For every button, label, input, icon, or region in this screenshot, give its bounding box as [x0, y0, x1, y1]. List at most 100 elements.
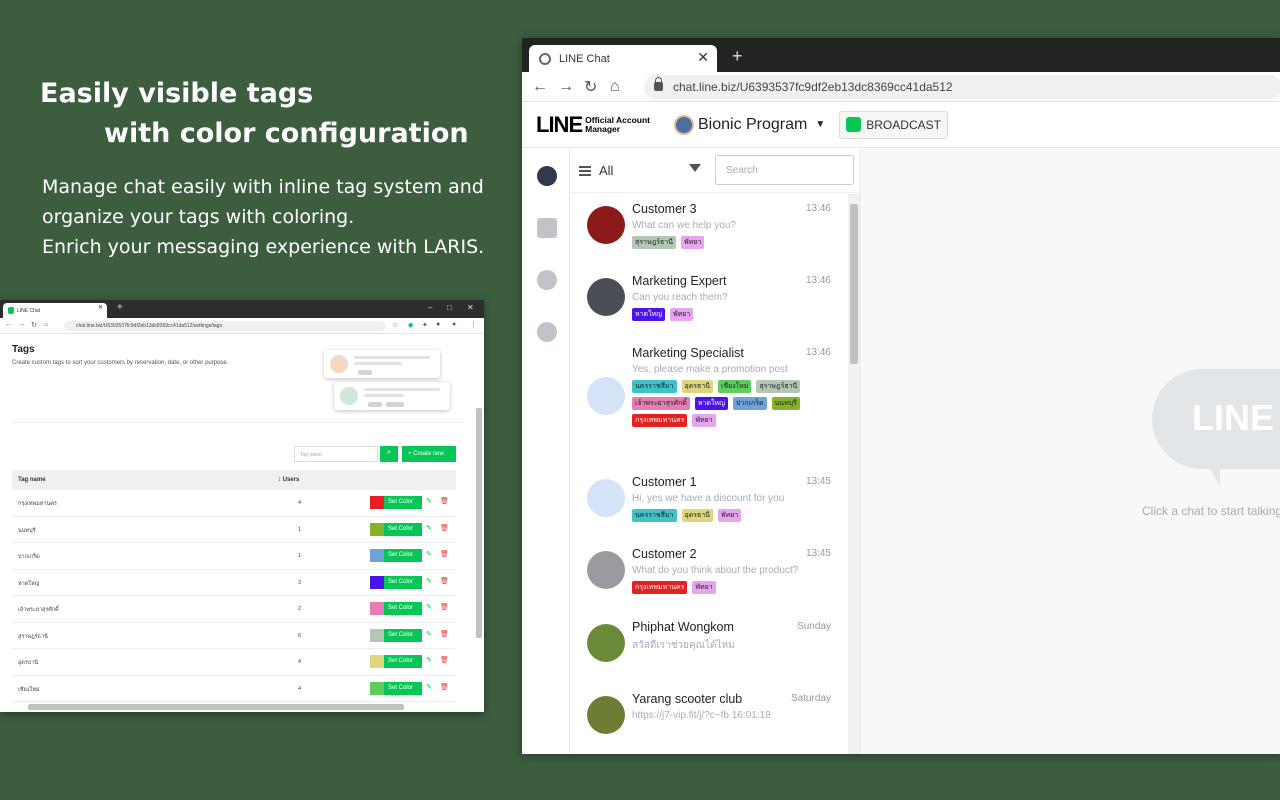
scrollbar-thumb[interactable]	[850, 204, 858, 364]
delete-icon[interactable]: 🗑	[440, 497, 449, 505]
edit-icon[interactable]: ✎	[426, 603, 432, 611]
tag-chip[interactable]: พัทยา	[670, 308, 694, 321]
tag-chip[interactable]: พัทยา	[718, 509, 742, 522]
set-color-button[interactable]: Set Color	[384, 602, 422, 615]
tag-chip[interactable]: นครราชสีมา	[632, 380, 677, 393]
set-color-button[interactable]: Set Color	[384, 628, 422, 642]
chat-list-item[interactable]: Customer 1 13:45 Hi, yes we have a discoun…	[571, 467, 847, 539]
chat-list: Customer 3 13:46 What can we help you? สุรา…	[571, 194, 847, 754]
chat-list-scrollbar[interactable]	[848, 194, 860, 754]
tag-chip[interactable]: นนทบุรี	[771, 397, 800, 410]
maximize-icon[interactable]: □	[447, 303, 452, 312]
minimize-icon[interactable]: –	[428, 303, 432, 312]
edit-icon[interactable]: ✎	[426, 524, 432, 532]
set-color-button[interactable]: Set Color	[384, 522, 422, 536]
edit-icon[interactable]: ✎	[426, 497, 432, 505]
small-vertical-scrollbar[interactable]	[476, 408, 482, 638]
table-row: ปากเกร็ด 1 Set Color ✎ 🗑	[12, 543, 456, 570]
tag-chip[interactable]: อุดรธานี	[681, 509, 713, 522]
small-new-tab-icon[interactable]: +	[117, 302, 123, 313]
small-address-bar[interactable]: chat.line.biz/U6393537fc9df2eb13dc8369cc…	[64, 321, 386, 331]
tag-chip[interactable]: หาดใหญ่	[632, 308, 666, 321]
tag-chip[interactable]: พัทยา	[681, 236, 705, 249]
gear-icon[interactable]	[537, 322, 557, 342]
chat-icon[interactable]	[537, 166, 557, 186]
set-color-button[interactable]: Set Color	[384, 549, 422, 562]
back-icon[interactable]: ←	[532, 78, 558, 96]
chat-list-item[interactable]: Customer 3 13:46 What can we help you? สุรา…	[571, 194, 847, 266]
set-color-button[interactable]: Set Color	[384, 681, 422, 695]
close-window-icon[interactable]: ✕	[467, 303, 474, 312]
kebab-menu-icon[interactable]: ⋮	[470, 321, 477, 329]
chat-list-item[interactable]: Marketing Expert 13:46 Can you reach them?…	[571, 266, 847, 338]
delete-icon[interactable]: 🗑	[440, 577, 449, 585]
small-reload-icon[interactable]: ↻	[31, 321, 37, 329]
tag-chip[interactable]: เชียงใหม่	[718, 380, 752, 393]
create-tag-button[interactable]: + Create new	[402, 446, 456, 462]
set-color-button[interactable]: Set Color	[384, 496, 422, 509]
delete-icon[interactable]: 🗑	[440, 683, 449, 691]
new-tab-icon[interactable]: +	[732, 46, 743, 67]
account-switcher[interactable]: Bionic Program ▼	[673, 114, 825, 135]
extension-icon[interactable]: ◆	[408, 321, 413, 329]
edit-icon[interactable]: ✎	[426, 656, 432, 664]
tag-chip[interactable]: อุดรธานี	[681, 380, 713, 393]
tag-chip[interactable]: สุราษฎร์ธานี	[756, 380, 801, 393]
tag-chip[interactable]: นครราชสีมา	[632, 509, 677, 522]
chat-empty-state: LINE Click a chat to start talking	[862, 149, 1280, 754]
chat-list-item[interactable]: Phiphat Wongkom Sunday สวัสดีเราช่วยคุณได้…	[571, 612, 847, 684]
users-count-cell: 6	[298, 632, 302, 639]
tag-chip[interactable]: กรุงเทพมหานคร	[632, 414, 688, 427]
tag-chip[interactable]: พัทยา	[692, 414, 716, 427]
close-tab-icon[interactable]: ✕	[697, 49, 709, 66]
chat-list-item[interactable]: Marketing Specialist 13:46 Yes, please mak…	[571, 338, 847, 427]
set-color-button[interactable]: Set Color	[384, 655, 422, 668]
small-close-tab-icon[interactable]: ✕	[98, 304, 103, 311]
delete-icon[interactable]: 🗑	[440, 656, 449, 664]
avatar-icon[interactable]: ●	[452, 321, 456, 328]
small-browser-tab[interactable]: LINE Chat	[3, 303, 107, 318]
contacts-icon[interactable]	[537, 218, 557, 238]
tag-chip[interactable]: กรุงเทพมหานคร	[632, 581, 688, 594]
small-back-icon[interactable]: ←	[5, 321, 12, 328]
address-bar[interactable]: chat.line.biz/U6393537fc9df2eb13dc8369cc…	[644, 74, 1280, 99]
profile-icon[interactable]: ●	[436, 321, 440, 328]
small-home-icon[interactable]: ⌂	[44, 321, 48, 328]
tag-chip[interactable]: สุราษฎร์ธานี	[632, 236, 677, 249]
tag-chip[interactable]: เจ้าพระยาสุรศักดิ์	[632, 397, 690, 410]
tags-table: Tag name ↕ Users กรุงเทพมหานคร 4 Set Color…	[12, 470, 456, 702]
tag-chip[interactable]: พัทยา	[692, 581, 716, 594]
broadcast-button[interactable]: BROADCAST	[839, 110, 948, 139]
chat-tag-list: สุราษฎร์ธานี พัทยา	[632, 236, 832, 249]
small-forward-icon[interactable]: →	[18, 321, 25, 328]
delete-icon[interactable]: 🗑	[440, 630, 449, 638]
tag-chip[interactable]: ปากเกร็ด	[732, 397, 767, 410]
browser-tab[interactable]: LINE Chat ✕	[529, 45, 717, 72]
tags-table-area: Tag name ⌕ + Create new Tag name ↕ Users…	[12, 344, 462, 704]
menu-icon[interactable]	[579, 165, 591, 176]
chat-list-item[interactable]: Customer 2 13:45 What do you think about t…	[571, 539, 847, 611]
delete-icon[interactable]: 🗑	[440, 603, 449, 611]
filter-label[interactable]: All	[599, 163, 613, 178]
reload-icon[interactable]: ↻	[584, 77, 610, 97]
col-users[interactable]: ↕ Users	[278, 477, 299, 483]
home-icon[interactable]: ⌂	[610, 78, 636, 96]
delete-icon[interactable]: 🗑	[440, 550, 449, 558]
broadcast-nav-icon[interactable]	[537, 270, 557, 290]
star-icon[interactable]: ☆	[392, 321, 398, 329]
set-color-button[interactable]: Set Color	[384, 575, 422, 589]
edit-icon[interactable]: ✎	[426, 630, 432, 638]
edit-icon[interactable]: ✎	[426, 577, 432, 585]
edit-icon[interactable]: ✎	[426, 683, 432, 691]
small-horizontal-scrollbar[interactable]	[28, 704, 404, 710]
chat-list-item[interactable]: Yarang scooter club Saturday https://j7-vi…	[571, 684, 847, 754]
search-input[interactable]: Search	[715, 155, 854, 185]
puzzle-icon[interactable]: ✦	[422, 321, 428, 329]
tag-search-input[interactable]: Tag name	[294, 446, 378, 462]
filter-icon[interactable]	[689, 164, 701, 172]
delete-icon[interactable]: 🗑	[440, 524, 449, 532]
forward-icon[interactable]: →	[558, 78, 584, 96]
edit-icon[interactable]: ✎	[426, 550, 432, 558]
tag-search-button[interactable]: ⌕	[380, 446, 398, 462]
tag-chip[interactable]: หาดใหญ่	[694, 397, 728, 410]
